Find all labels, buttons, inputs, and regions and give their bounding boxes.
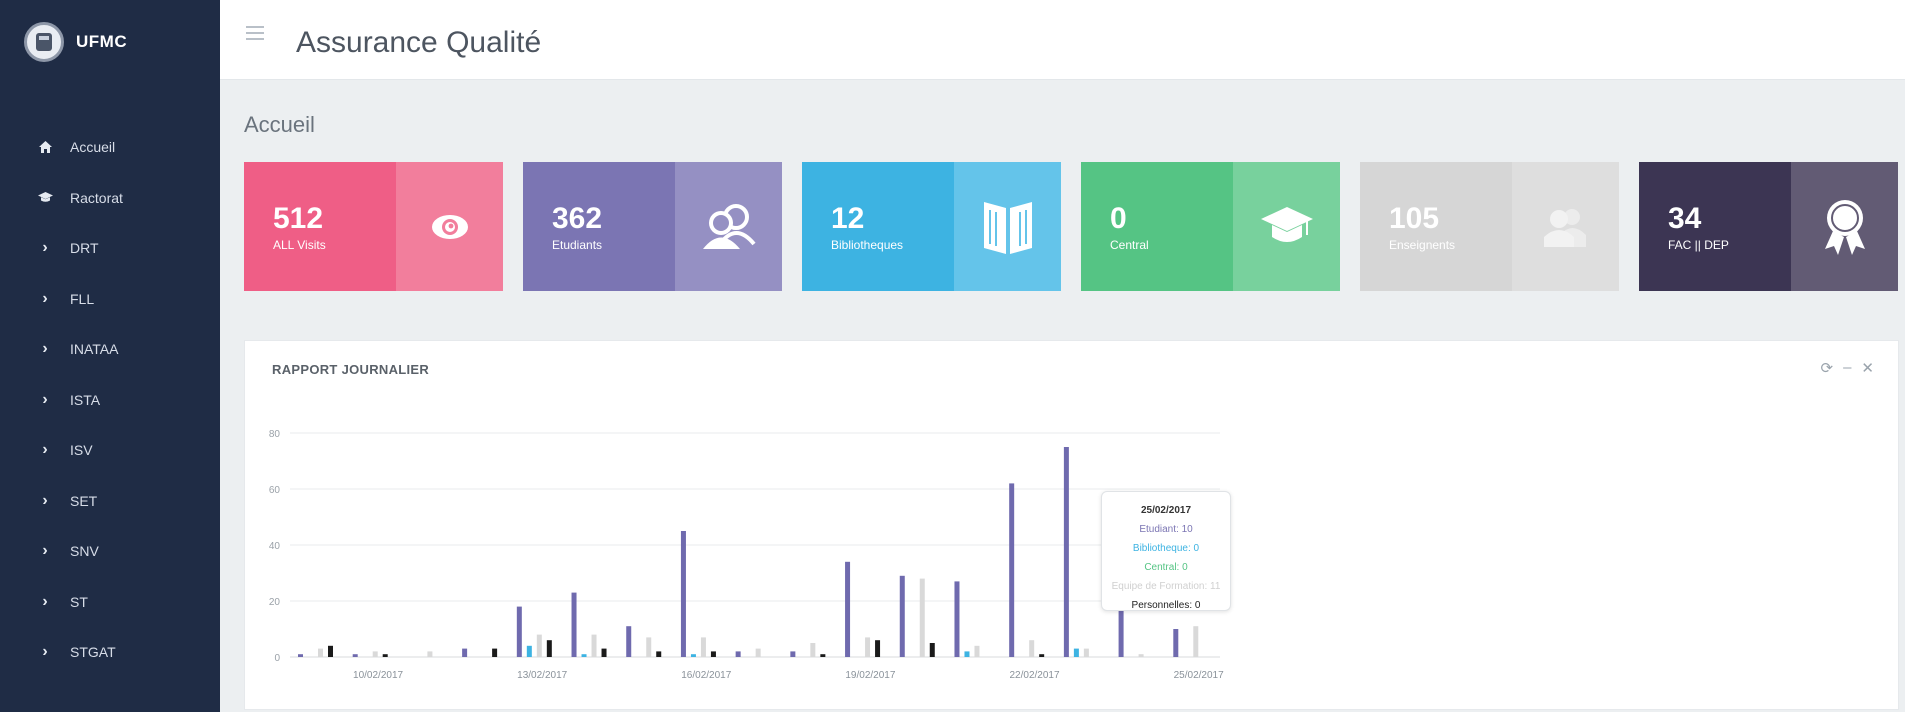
sidebar-item-isv[interactable]: › ISV bbox=[0, 425, 220, 476]
menu-toggle-icon[interactable] bbox=[246, 26, 264, 40]
chart-tooltip: 25/02/2017 Etudiant: 10 Bibliotheque: 0 … bbox=[1101, 491, 1231, 611]
graduation-cap-icon bbox=[36, 192, 54, 203]
book-icon bbox=[954, 162, 1061, 291]
card-body: 0 Central bbox=[1081, 162, 1233, 291]
chevron-right-icon: › bbox=[42, 592, 48, 610]
card-enseignents[interactable]: 105 Enseignents bbox=[1360, 162, 1619, 291]
card-value: 105 bbox=[1389, 202, 1440, 235]
card-label: Bibliotheques bbox=[831, 238, 904, 252]
sidebar-item-label: ISTA bbox=[70, 391, 101, 408]
sidebar-item-label: FLL bbox=[70, 290, 95, 307]
chevron-right-icon: › bbox=[42, 441, 48, 459]
tooltip-date: 25/02/2017 bbox=[1140, 505, 1192, 516]
card-body: 105 Enseignents bbox=[1360, 162, 1512, 291]
card-fac-dep[interactable]: 34 FAC || DEP bbox=[1639, 162, 1898, 291]
home-icon bbox=[36, 141, 54, 154]
sidebar-item-label: Ractorat bbox=[70, 189, 123, 206]
sidebar-item-label: INATAA bbox=[70, 341, 119, 358]
sidebar-item-label: ST bbox=[70, 593, 88, 610]
card-label: Enseignents bbox=[1389, 238, 1456, 252]
card-value: 34 bbox=[1668, 202, 1702, 235]
tooltip-line-equipe: Equipe de Formation: 11 bbox=[1111, 581, 1221, 592]
card-label: Etudiants bbox=[552, 238, 603, 252]
chevron-right-icon: › bbox=[42, 239, 48, 257]
sidebar-item-label: DRT bbox=[70, 240, 99, 257]
brand-name: UFMC bbox=[76, 32, 128, 51]
users-icon bbox=[675, 162, 782, 291]
brand[interactable]: UFMC bbox=[24, 22, 127, 62]
sidebar-item-label: SET bbox=[70, 492, 98, 509]
tooltip-line-central: Central: 0 bbox=[1144, 562, 1188, 573]
chevron-right-icon: › bbox=[42, 643, 48, 661]
card-body: 512 ALL Visits bbox=[244, 162, 396, 291]
sidebar-item-set[interactable]: › SET bbox=[0, 476, 220, 527]
sidebar: UFMC Accueil Ractorat › DRT › FLL › INAT… bbox=[0, 0, 220, 712]
sidebar-item-label: STGAT bbox=[70, 644, 116, 661]
card-label: FAC || DEP bbox=[1668, 238, 1729, 252]
refresh-icon[interactable]: ⟳ bbox=[1821, 359, 1834, 377]
card-value: 512 bbox=[273, 202, 324, 235]
card-value: 12 bbox=[831, 202, 865, 235]
sidebar-item-accueil[interactable]: Accueil bbox=[0, 122, 220, 173]
card-central[interactable]: 0 Central bbox=[1081, 162, 1340, 291]
sidebar-item-snv[interactable]: › SNV bbox=[0, 526, 220, 577]
sidebar-item-stgat[interactable]: › STGAT bbox=[0, 627, 220, 678]
chevron-right-icon: › bbox=[42, 340, 48, 358]
sidebar-item-label: SNV bbox=[70, 543, 99, 560]
close-icon[interactable]: ✕ bbox=[1861, 359, 1874, 377]
chevron-right-icon: › bbox=[42, 289, 48, 307]
tooltip-line-personnelles: Personnelles: 0 bbox=[1131, 600, 1201, 611]
sidebar-nav: Accueil Ractorat › DRT › FLL › INATAA › … bbox=[0, 122, 220, 678]
chevron-right-icon: › bbox=[42, 390, 48, 408]
card-etudiants[interactable]: 362 Etudiants bbox=[523, 162, 782, 291]
panel-tools: ⟳ – ✕ bbox=[1821, 359, 1875, 377]
sidebar-item-ractorat[interactable]: Ractorat bbox=[0, 173, 220, 224]
minimize-icon[interactable]: – bbox=[1843, 359, 1851, 377]
graduation-cap-icon bbox=[1233, 162, 1340, 291]
sidebar-item-inataa[interactable]: › INATAA bbox=[0, 324, 220, 375]
sidebar-item-fll[interactable]: › FLL bbox=[0, 274, 220, 325]
eye-icon bbox=[396, 162, 503, 291]
top-header: Assurance Qualité bbox=[220, 0, 1905, 80]
page-title: Accueil bbox=[244, 112, 315, 137]
award-icon bbox=[1791, 162, 1898, 291]
tooltip-line-etudiant: Etudiant: 10 bbox=[1139, 524, 1193, 535]
panel-title: RAPPORT JOURNALIER bbox=[272, 362, 430, 377]
card-body: 34 FAC || DEP bbox=[1639, 162, 1791, 291]
card-body: 12 Bibliotheques bbox=[802, 162, 954, 291]
sidebar-item-drt[interactable]: › DRT bbox=[0, 223, 220, 274]
chevron-right-icon: › bbox=[42, 491, 48, 509]
users-icon bbox=[1512, 162, 1619, 291]
card-value: 362 bbox=[552, 202, 603, 235]
chart-panel: RAPPORT JOURNALIER ⟳ – ✕ bbox=[244, 340, 1899, 710]
university-logo-icon bbox=[24, 22, 64, 62]
chevron-right-icon: › bbox=[42, 542, 48, 560]
sidebar-item-st[interactable]: › ST bbox=[0, 577, 220, 628]
sidebar-item-ista[interactable]: › ISTA bbox=[0, 375, 220, 426]
sidebar-item-label: ISV bbox=[70, 442, 93, 459]
card-bibliotheques[interactable]: 12 Bibliotheques bbox=[802, 162, 1061, 291]
app-title: Assurance Qualité bbox=[296, 26, 542, 59]
card-body: 362 Etudiants bbox=[523, 162, 675, 291]
tooltip-line-bibliotheque: Bibliotheque: 0 bbox=[1132, 543, 1200, 554]
sidebar-item-label: Accueil bbox=[70, 139, 116, 156]
card-visits[interactable]: 512 ALL Visits bbox=[244, 162, 503, 291]
card-value: 0 bbox=[1110, 202, 1127, 235]
card-label: ALL Visits bbox=[273, 238, 326, 252]
card-label: Central bbox=[1110, 238, 1149, 252]
